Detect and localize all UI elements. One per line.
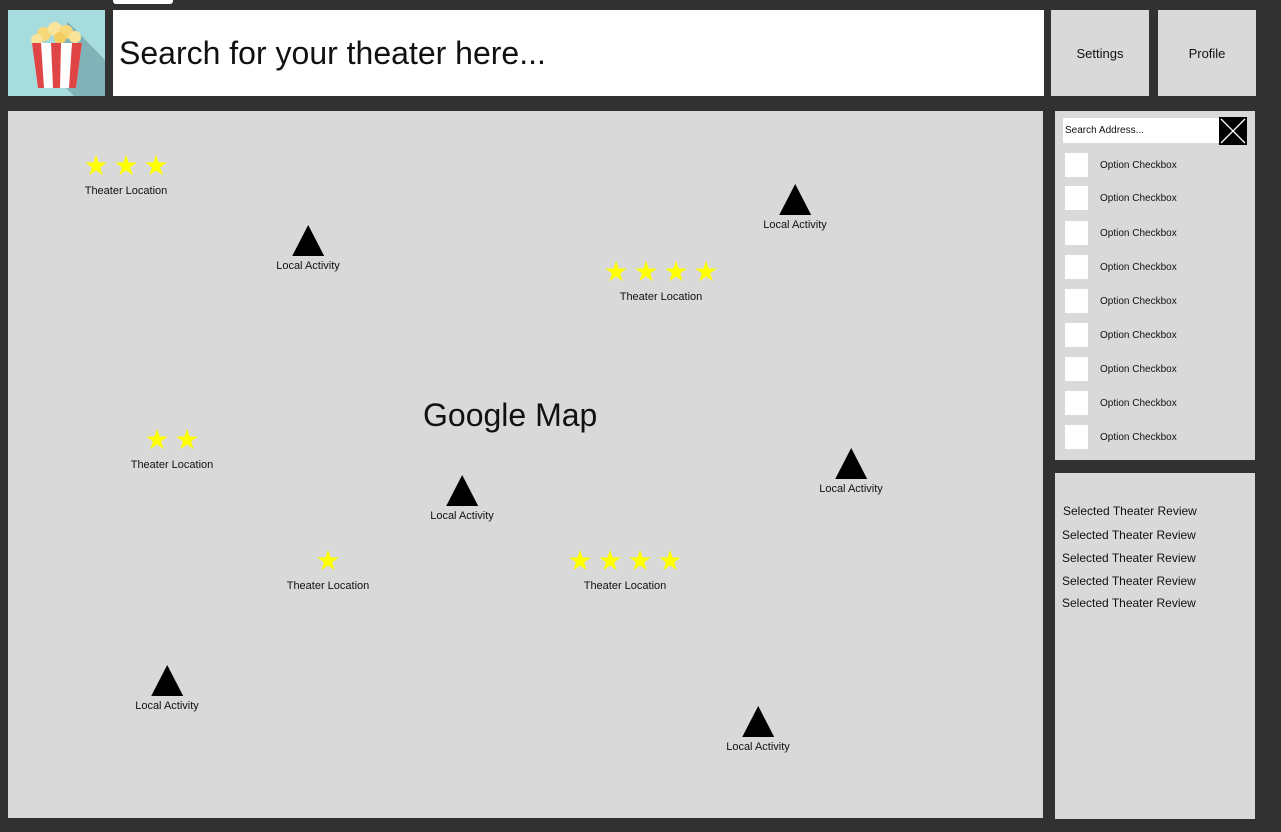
theater-review-item[interactable]: Selected Theater Review	[1062, 596, 1196, 610]
option-checkbox-label: Option Checkbox	[1100, 431, 1177, 443]
local-activity-label: Local Activity	[430, 510, 494, 522]
triangle-icon	[151, 665, 183, 696]
option-checkbox[interactable]	[1065, 255, 1088, 279]
triangle-icon	[292, 225, 324, 256]
star-icon: ★	[143, 150, 169, 181]
option-checkbox-label: Option Checkbox	[1100, 261, 1177, 273]
theater-review-item[interactable]: Selected Theater Review	[1062, 551, 1196, 565]
theater-rating: ★	[313, 546, 343, 576]
option-checkbox-row[interactable]: Option Checkbox	[1065, 289, 1177, 313]
option-checkbox-label: Option Checkbox	[1100, 192, 1177, 204]
theater-location-label: Theater Location	[619, 291, 703, 303]
local-activity-label: Local Activity	[276, 260, 340, 272]
option-checkbox[interactable]	[1065, 221, 1088, 245]
local-activity-label: Local Activity	[135, 700, 199, 712]
star-icon: ★	[567, 545, 593, 576]
theater-location-label: Theater Location	[583, 580, 667, 592]
star-icon: ★	[144, 424, 170, 455]
star-icon: ★	[83, 150, 109, 181]
triangle-icon	[779, 184, 811, 215]
option-checkbox[interactable]	[1065, 186, 1088, 210]
clear-address-button[interactable]	[1219, 117, 1247, 145]
star-icon: ★	[315, 545, 341, 576]
option-checkbox[interactable]	[1065, 323, 1088, 347]
star-icon: ★	[113, 150, 139, 181]
option-checkbox-row[interactable]: Option Checkbox	[1065, 221, 1177, 245]
top-tab[interactable]	[113, 0, 173, 4]
option-checkbox-row[interactable]: Option Checkbox	[1065, 425, 1177, 449]
filter-panel: Option Checkbox Option Checkbox Option Che…	[1055, 111, 1255, 460]
theater-rating: ★ ★ ★ ★	[565, 546, 685, 576]
profile-button[interactable]: Profile	[1158, 10, 1256, 96]
profile-label: Profile	[1188, 45, 1226, 61]
address-search-input[interactable]	[1063, 118, 1220, 143]
star-icon: ★	[657, 545, 683, 576]
option-checkbox-label: Option Checkbox	[1100, 159, 1177, 171]
option-checkbox-row[interactable]: Option Checkbox	[1065, 391, 1177, 415]
option-checkbox-row[interactable]: Option Checkbox	[1065, 357, 1177, 381]
theater-location-label: Theater Location	[130, 459, 214, 471]
close-icon	[1220, 118, 1246, 144]
theater-rating: ★ ★ ★	[81, 151, 171, 181]
local-activity-label: Local Activity	[726, 741, 790, 753]
local-activity-label: Local Activity	[763, 219, 827, 231]
option-checkbox[interactable]	[1065, 391, 1088, 415]
settings-label: Settings	[1076, 45, 1124, 61]
star-icon: ★	[663, 256, 689, 287]
popcorn-icon	[31, 22, 105, 96]
option-checkbox-row[interactable]: Option Checkbox	[1065, 153, 1177, 177]
theater-review-item[interactable]: Selected Theater Review	[1063, 504, 1197, 518]
option-checkbox-row[interactable]: Option Checkbox	[1065, 323, 1177, 347]
settings-button[interactable]: Settings	[1051, 10, 1149, 96]
option-checkbox[interactable]	[1065, 357, 1088, 381]
star-icon: ★	[633, 256, 659, 287]
star-icon: ★	[174, 424, 200, 455]
theater-review-item[interactable]: Selected Theater Review	[1062, 574, 1196, 588]
option-checkbox[interactable]	[1065, 289, 1088, 313]
option-checkbox-label: Option Checkbox	[1100, 363, 1177, 375]
local-activity-label: Local Activity	[819, 483, 883, 495]
option-checkbox-label: Option Checkbox	[1100, 227, 1177, 239]
theater-rating: ★ ★	[142, 425, 202, 455]
triangle-icon	[446, 475, 478, 506]
theater-location-label: Theater Location	[84, 185, 168, 197]
option-checkbox[interactable]	[1065, 425, 1088, 449]
theater-review-item[interactable]: Selected Theater Review	[1062, 528, 1196, 542]
option-checkbox-label: Option Checkbox	[1100, 295, 1177, 307]
map-title: Google Map	[423, 397, 598, 433]
theater-search-input[interactable]	[113, 10, 1044, 96]
star-icon: ★	[603, 256, 629, 287]
option-checkbox-row[interactable]: Option Checkbox	[1065, 255, 1177, 279]
theater-reviews-panel: Selected Theater Review Selected Theater …	[1055, 473, 1255, 819]
star-icon: ★	[693, 256, 719, 287]
triangle-icon	[835, 448, 867, 479]
popcorn-logo	[8, 10, 105, 96]
theater-location-label: Theater Location	[286, 580, 370, 592]
google-map[interactable]: Google Map ★ ★ ★ Theater Location ★ ★ ★ ★ Theate…	[8, 111, 1043, 818]
star-icon: ★	[627, 545, 653, 576]
option-checkbox-label: Option Checkbox	[1100, 329, 1177, 341]
option-checkbox[interactable]	[1065, 153, 1088, 177]
star-icon: ★	[597, 545, 623, 576]
triangle-icon	[742, 706, 774, 737]
option-checkbox-row[interactable]: Option Checkbox	[1065, 186, 1177, 210]
option-checkbox-label: Option Checkbox	[1100, 397, 1177, 409]
theater-rating: ★ ★ ★ ★	[601, 257, 721, 287]
